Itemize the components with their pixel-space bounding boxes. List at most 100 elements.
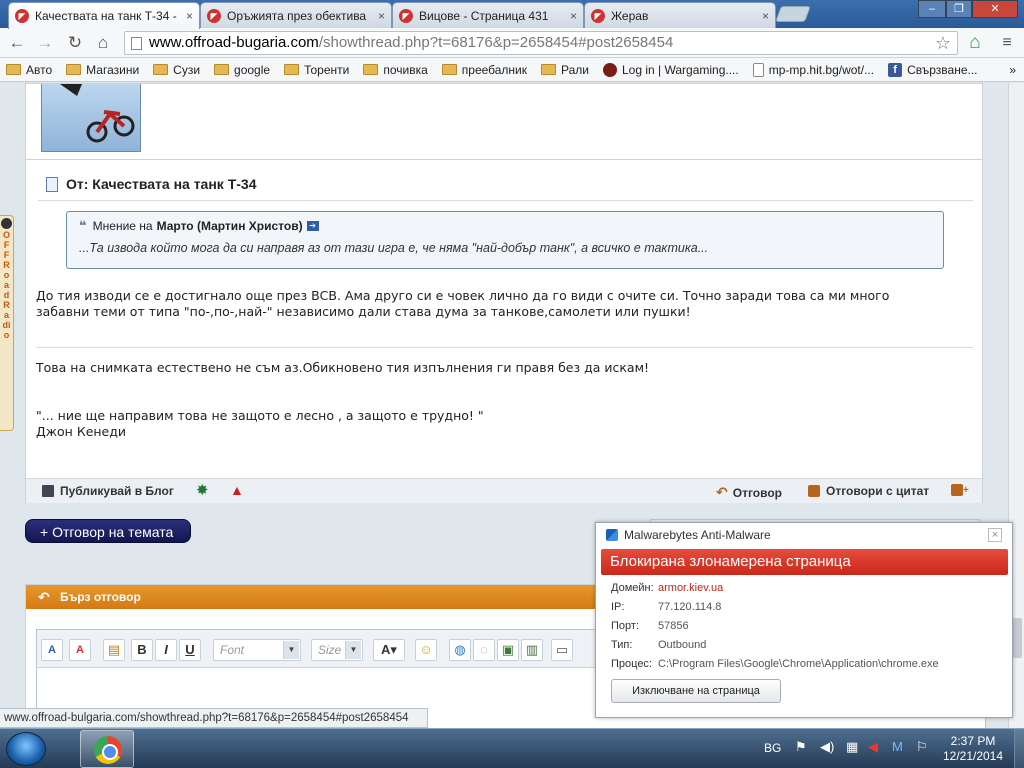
tab-close-icon[interactable]: × bbox=[186, 9, 193, 23]
reply-button[interactable]: ↶ Отговор bbox=[716, 484, 782, 501]
bookmark-folder[interactable]: Магазини bbox=[66, 63, 139, 77]
publish-blog-button[interactable]: Публикувай в Блог bbox=[42, 484, 174, 498]
bookmark-page[interactable]: mp-mp.hit.bg/wot/... bbox=[752, 62, 875, 77]
address-bar[interactable]: www.offroad-bugaria.com/showthread.php?t… bbox=[124, 31, 958, 55]
tab-close-icon[interactable]: × bbox=[762, 9, 769, 23]
collapse-arrow-icon[interactable]: ↶ bbox=[38, 585, 50, 609]
insert-link-icon[interactable]: ◍ bbox=[449, 639, 471, 661]
smiley-icon[interactable]: ☺ bbox=[415, 639, 437, 661]
insert-image-icon[interactable]: ▣ bbox=[497, 639, 519, 661]
taskbar-chrome-button[interactable] bbox=[80, 730, 134, 768]
tab-1[interactable]: ◤ Качествата на танк Т-34 - × bbox=[8, 2, 200, 29]
offroad-radio-tab[interactable]: OFFRoadRadio bbox=[0, 215, 14, 431]
quote-insert-icon[interactable]: ▭ bbox=[551, 639, 573, 661]
tab-title: Качествата на танк Т-34 - bbox=[35, 9, 177, 23]
forward-icon[interactable]: → bbox=[34, 32, 56, 54]
maximize-button[interactable]: ❐ bbox=[946, 0, 972, 18]
wargaming-icon bbox=[603, 62, 617, 77]
folder-icon bbox=[214, 64, 230, 75]
quote-bubble-icon bbox=[808, 485, 820, 497]
bookmark-label: mp-mp.hit.bg/wot/... bbox=[768, 62, 875, 77]
size-select[interactable]: Size ▼ bbox=[311, 639, 363, 661]
bookmark-facebook[interactable]: f Свързване... bbox=[888, 62, 978, 77]
bookmark-folder[interactable]: Сузи bbox=[153, 63, 200, 77]
reply-to-thread-button[interactable]: + Отговор на темата bbox=[25, 519, 191, 543]
speaker-muted-icon[interactable]: ◀ bbox=[868, 739, 878, 755]
font-color-icon[interactable]: A bbox=[41, 639, 63, 661]
tab-close-icon[interactable]: × bbox=[378, 9, 385, 23]
folder-icon bbox=[153, 64, 169, 75]
bookmark-folder[interactable]: почивка bbox=[363, 63, 428, 77]
bookmark-label: Магазини bbox=[86, 62, 140, 77]
network-icon[interactable]: ▦ bbox=[846, 739, 858, 755]
bookmark-label: Рали bbox=[561, 62, 589, 77]
tab-close-icon[interactable]: × bbox=[570, 9, 577, 23]
flag-icon[interactable]: ⚐ bbox=[916, 739, 928, 755]
bookmark-folder[interactable]: преебалник bbox=[441, 63, 527, 77]
bookmark-folder[interactable]: Рали bbox=[541, 63, 589, 77]
signature-line: Това на снимката естествено не съм аз.Об… bbox=[36, 360, 650, 375]
insert-video-icon[interactable]: ▥ bbox=[521, 639, 543, 661]
back-icon[interactable]: ← bbox=[6, 32, 28, 54]
tab-4[interactable]: ◤ Жерав × bbox=[584, 2, 776, 28]
exclude-page-button[interactable]: Изключване на страница bbox=[611, 679, 781, 703]
facebook-icon: f bbox=[888, 62, 903, 77]
bookmark-label: google bbox=[234, 62, 271, 77]
italic-button[interactable]: I bbox=[155, 639, 177, 661]
document-icon bbox=[46, 176, 58, 192]
bookmark-folder[interactable]: google bbox=[214, 63, 270, 77]
bold-button[interactable]: B bbox=[131, 639, 153, 661]
report-warning-icon[interactable]: ▲ bbox=[230, 482, 244, 498]
remove-link-icon[interactable]: ◌ bbox=[473, 639, 495, 661]
folder-icon bbox=[441, 64, 457, 75]
reputation-star-icon[interactable]: ✸ bbox=[196, 481, 209, 499]
font-select[interactable]: Font ▼ bbox=[213, 639, 301, 661]
reload-icon[interactable]: ↻ bbox=[64, 32, 86, 54]
malwarebytes-tray-icon[interactable]: M bbox=[892, 739, 903, 754]
tab-3[interactable]: ◤ Вицове - Страница 431 × bbox=[392, 2, 584, 28]
multi-quote-button[interactable]: + bbox=[951, 484, 969, 496]
system-clock[interactable]: 2:37 PM 12/21/2014 bbox=[940, 734, 1006, 764]
view-post-arrow-icon[interactable]: ➔ bbox=[306, 221, 319, 231]
size-select-value: Size bbox=[318, 643, 342, 657]
paste-icon[interactable]: ▤ bbox=[103, 639, 125, 661]
volume-icon[interactable]: ◀) bbox=[820, 739, 834, 755]
quick-reply-title: Бърз отговор bbox=[60, 590, 141, 604]
reply-with-quote-button[interactable]: Отговори с цитат bbox=[808, 484, 929, 498]
language-indicator[interactable]: BG bbox=[764, 741, 781, 755]
text-color-select[interactable]: A▾ bbox=[373, 639, 405, 661]
underline-button[interactable]: U bbox=[179, 639, 201, 661]
minimize-button[interactable]: – bbox=[918, 0, 946, 18]
quote-author[interactable]: Марто (Мартин Христов) bbox=[157, 219, 303, 233]
radio-play-icon[interactable] bbox=[1, 218, 12, 229]
bookmarks-overflow-button[interactable]: » bbox=[1009, 63, 1016, 77]
type-label: Тип: bbox=[611, 639, 633, 651]
bookmark-folder[interactable]: Авто bbox=[6, 63, 52, 77]
tab-2[interactable]: ◤ Оръжията през обектива × bbox=[200, 2, 392, 28]
bookmark-wargaming[interactable]: Log in | Wargaming.... bbox=[603, 62, 739, 77]
offroad-favicon-icon: ◤ bbox=[591, 8, 605, 23]
bookmark-label: Log in | Wargaming.... bbox=[622, 62, 739, 77]
quote-text: ...Та извода който мога да си направя аз… bbox=[79, 241, 709, 255]
bookmark-star-icon[interactable]: ☆ bbox=[932, 32, 954, 54]
post-divider bbox=[26, 159, 982, 160]
type-value: Outbound bbox=[658, 639, 707, 651]
extension-home-icon[interactable]: ⌂ bbox=[964, 32, 986, 54]
user-avatar[interactable] bbox=[41, 84, 141, 152]
close-window-button[interactable]: ✕ bbox=[972, 0, 1018, 18]
start-button[interactable] bbox=[6, 732, 46, 766]
home-icon[interactable]: ⌂ bbox=[92, 32, 114, 54]
tab-title: Вицове - Страница 431 bbox=[419, 8, 549, 23]
notification-app-name: Malwarebytes Anti-Malware bbox=[624, 528, 771, 542]
bookmark-folder[interactable]: Торенти bbox=[284, 63, 349, 77]
status-bubble: www.offroad-bulgaria.com/showthread.php?… bbox=[0, 708, 428, 728]
close-icon[interactable]: × bbox=[988, 528, 1002, 542]
offroad-favicon-icon: ◤ bbox=[207, 8, 221, 23]
folder-icon bbox=[66, 64, 82, 75]
post-footer: Публикувай в Блог ✸ ▲ ↶ Отговор Отговори… bbox=[26, 478, 982, 503]
menu-icon[interactable]: ≡ bbox=[996, 32, 1018, 54]
show-desktop-button[interactable] bbox=[1014, 729, 1024, 768]
new-tab-button[interactable] bbox=[775, 6, 811, 22]
action-center-icon[interactable]: ⚑ bbox=[795, 739, 807, 755]
remove-format-icon[interactable]: A bbox=[69, 639, 91, 661]
